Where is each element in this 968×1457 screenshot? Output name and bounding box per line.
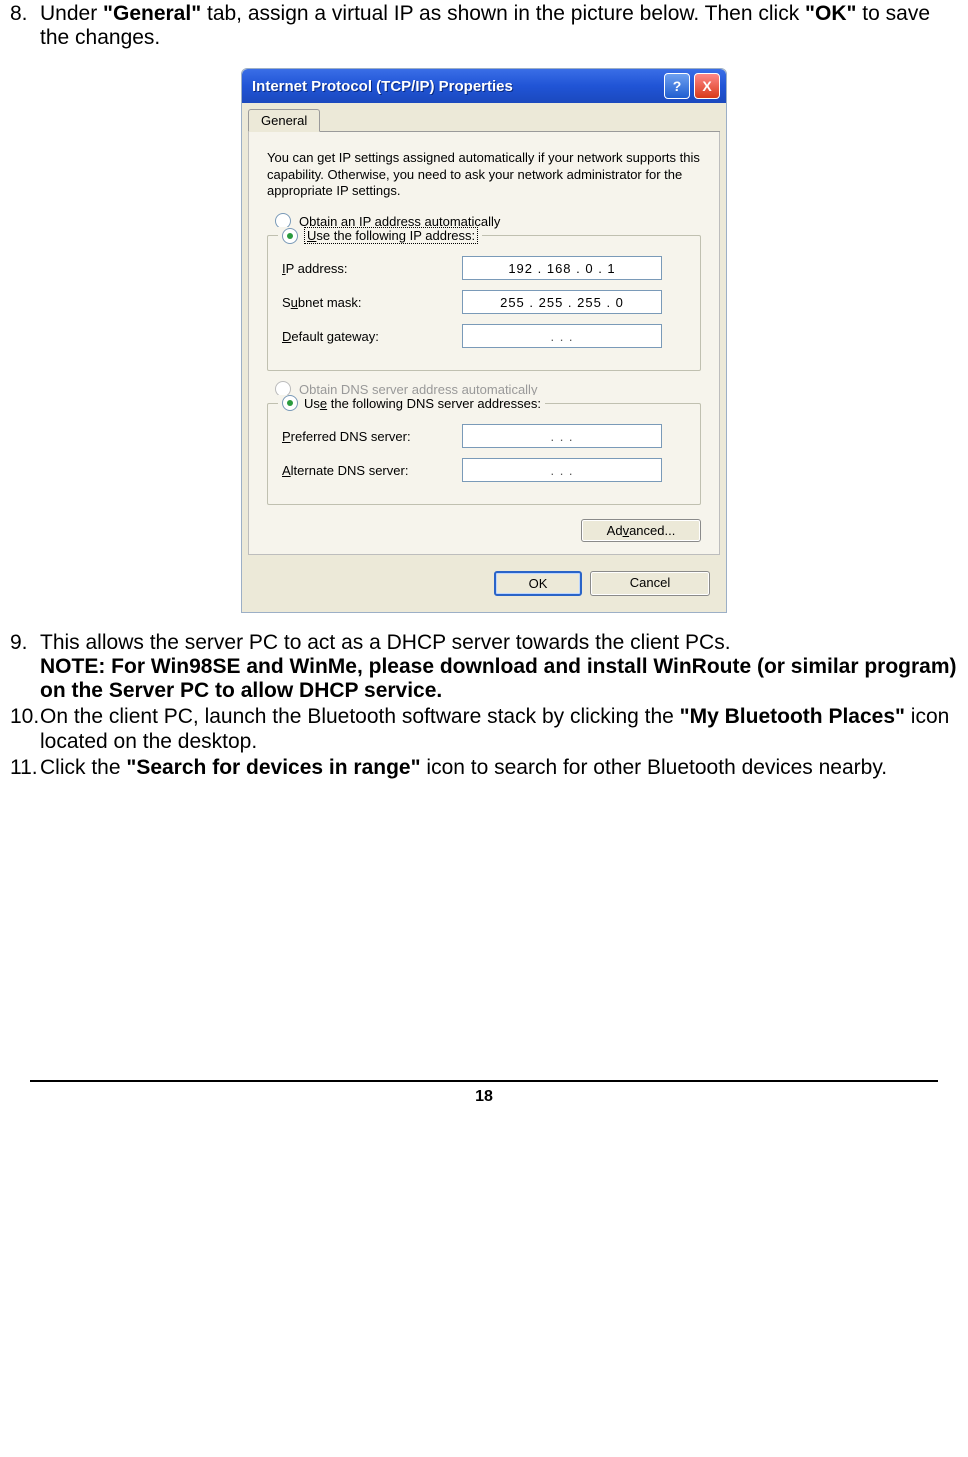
default-gateway-label: Default gateway: (282, 329, 462, 344)
tcp-ip-properties-dialog: Internet Protocol (TCP/IP) Properties ? … (241, 68, 727, 613)
preferred-dns-row: Preferred DNS server: . . . (282, 424, 686, 448)
radio-use-ip[interactable]: Use the following IP address: (278, 227, 482, 244)
step-11-pre: Click the (40, 756, 126, 779)
footer-divider (30, 1080, 938, 1082)
step-9-number: 9. (10, 631, 40, 703)
ip-address-row: IP address: 192 . 168 . 0 . 1 (282, 256, 686, 280)
ok-button[interactable]: OK (494, 571, 582, 596)
radio-use-dns-label: Use the following DNS server addresses: (304, 396, 541, 411)
step-8-text: Under "General" tab, assign a virtual IP… (40, 2, 958, 50)
preferred-dns-input[interactable]: . . . (462, 424, 662, 448)
dialog-title: Internet Protocol (TCP/IP) Properties (252, 78, 660, 95)
step-11-post: icon to search for other Bluetooth devic… (421, 756, 888, 779)
default-gateway-input[interactable]: . . . (462, 324, 662, 348)
step-10-bold: "My Bluetooth Places" (680, 705, 905, 728)
radio-use-dns[interactable]: Use the following DNS server addresses: (278, 395, 545, 411)
step-8-mid: tab, assign a virtual IP as shown in the… (201, 2, 805, 25)
step-11-bold: "Search for devices in range" (126, 756, 420, 779)
subnet-mask-label: Subnet mask: (282, 295, 462, 310)
alternate-dns-label: Alternate DNS server: (282, 463, 462, 478)
preferred-dns-label: Preferred DNS server: (282, 429, 462, 444)
ip-address-input[interactable]: 192 . 168 . 0 . 1 (462, 256, 662, 280)
subnet-mask-input[interactable]: 255 . 255 . 255 . 0 (462, 290, 662, 314)
help-button[interactable]: ? (664, 73, 690, 99)
advanced-row: Advanced... (267, 519, 701, 542)
step-8-number: 8. (10, 2, 40, 50)
dialog-footer: OK Cancel (242, 561, 726, 612)
tab-general[interactable]: General (248, 109, 320, 132)
step-10-number: 10. (10, 705, 40, 753)
step-11: 11. Click the "Search for devices in ran… (10, 756, 958, 780)
dns-group: Use the following DNS server addresses: … (267, 403, 701, 505)
radio-icon (282, 228, 298, 244)
step-9-text: This allows the server PC to act as a DH… (40, 631, 958, 703)
step-10-pre: On the client PC, launch the Bluetooth s… (40, 705, 680, 728)
dialog-titlebar[interactable]: Internet Protocol (TCP/IP) Properties ? … (242, 69, 726, 103)
alternate-dns-row: Alternate DNS server: . . . (282, 458, 686, 482)
dialog-container: Internet Protocol (TCP/IP) Properties ? … (10, 68, 958, 613)
tab-strip: General (248, 109, 720, 132)
alternate-dns-input[interactable]: . . . (462, 458, 662, 482)
page-number: 18 (10, 1088, 958, 1106)
advanced-button[interactable]: Advanced... (581, 519, 701, 542)
step-10-text: On the client PC, launch the Bluetooth s… (40, 705, 958, 753)
dialog-description: You can get IP settings assigned automat… (267, 150, 701, 199)
step-9-note: NOTE: For Win98SE and WinMe, please down… (40, 655, 957, 702)
close-icon: X (702, 78, 711, 94)
step-9: 9. This allows the server PC to act as a… (10, 631, 958, 703)
step-8-pre: Under (40, 2, 103, 25)
subnet-mask-row: Subnet mask: 255 . 255 . 255 . 0 (282, 290, 686, 314)
ip-address-label: IP address: (282, 261, 462, 276)
help-icon: ? (673, 78, 682, 94)
step-11-number: 11. (10, 756, 40, 780)
radio-icon (282, 395, 298, 411)
close-button[interactable]: X (694, 73, 720, 99)
step-8: 8. Under "General" tab, assign a virtual… (10, 2, 958, 50)
step-10: 10. On the client PC, launch the Bluetoo… (10, 705, 958, 753)
radio-use-ip-label: Use the following IP address: (304, 227, 478, 244)
cancel-button[interactable]: Cancel (590, 571, 710, 596)
step-8-bold-ok: "OK" (805, 2, 856, 25)
step-11-text: Click the "Search for devices in range" … (40, 756, 958, 780)
step-8-bold-general: "General" (103, 2, 201, 25)
dialog-content: You can get IP settings assigned automat… (248, 132, 720, 555)
ip-address-group: Use the following IP address: IP address… (267, 235, 701, 371)
step-9-line1: This allows the server PC to act as a DH… (40, 631, 731, 654)
default-gateway-row: Default gateway: . . . (282, 324, 686, 348)
